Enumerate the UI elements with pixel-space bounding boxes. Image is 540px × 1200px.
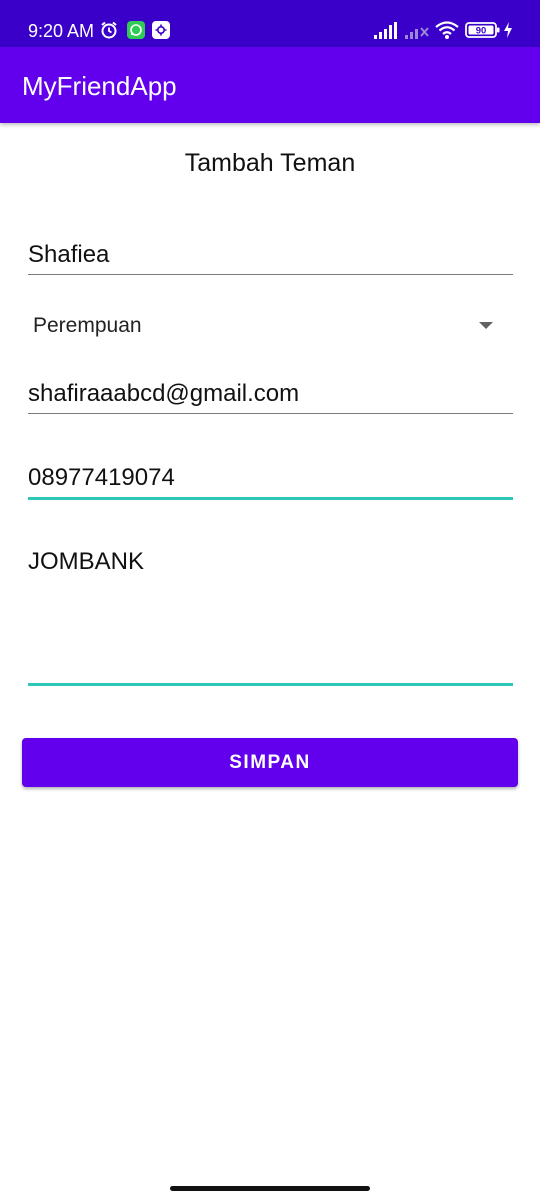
gender-dropdown-value: Perempuan xyxy=(33,314,142,337)
email-field-value: shafiraaabcd@gmail.com xyxy=(28,380,300,407)
email-field-underline xyxy=(28,413,513,414)
name-field-value: Shafiea xyxy=(28,241,110,268)
phone-field[interactable]: 08977419074 xyxy=(28,463,513,501)
email-field[interactable]: shafiraaabcd@gmail.com xyxy=(28,379,513,415)
battery-level: 90 xyxy=(476,26,487,37)
alarm-icon xyxy=(101,21,117,39)
phone-field-value: 08977419074 xyxy=(28,464,175,491)
app-notification-icon xyxy=(152,21,170,39)
app-bar: MyFriendApp xyxy=(0,47,540,123)
status-time: 9:20 AM xyxy=(28,21,95,41)
phone-field-underline xyxy=(28,497,513,500)
page-title: Tambah Teman xyxy=(184,149,356,177)
home-indicator[interactable] xyxy=(170,1186,370,1191)
app-title: MyFriendApp xyxy=(22,71,177,101)
wifi-icon xyxy=(435,21,459,39)
charging-icon xyxy=(504,22,512,38)
name-field[interactable]: Shafiea xyxy=(28,240,513,276)
signal-icon xyxy=(374,22,397,39)
gender-dropdown[interactable]: Perempuan xyxy=(33,312,498,342)
address-field[interactable]: JOMBANK xyxy=(28,547,513,688)
status-bar: 9:20 AM 90 xyxy=(0,0,540,47)
save-button[interactable]: SIMPAN xyxy=(22,738,518,787)
address-field-value: JOMBANK xyxy=(28,548,145,575)
whatsapp-icon xyxy=(127,21,145,39)
battery-icon: 90 xyxy=(465,22,500,38)
name-field-underline xyxy=(28,274,513,275)
signal-no-service-icon xyxy=(405,27,429,39)
dropdown-arrow-icon xyxy=(479,322,493,329)
address-field-underline xyxy=(28,683,513,686)
